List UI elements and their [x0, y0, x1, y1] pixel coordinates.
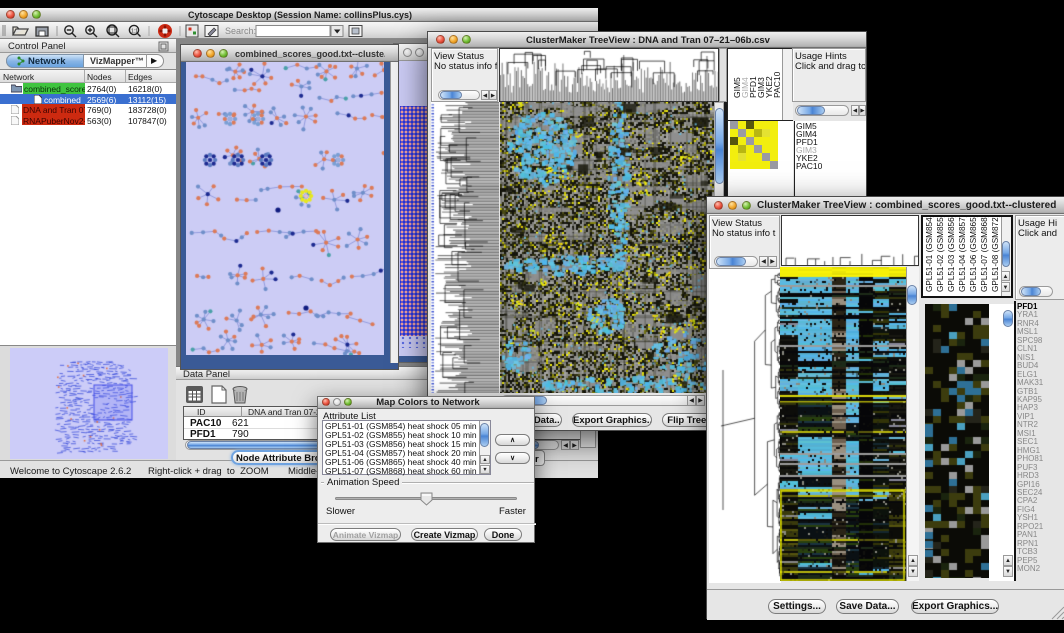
svg-text:Search:: Search:: [225, 26, 256, 36]
svg-text:1:1: 1:1: [131, 29, 138, 35]
